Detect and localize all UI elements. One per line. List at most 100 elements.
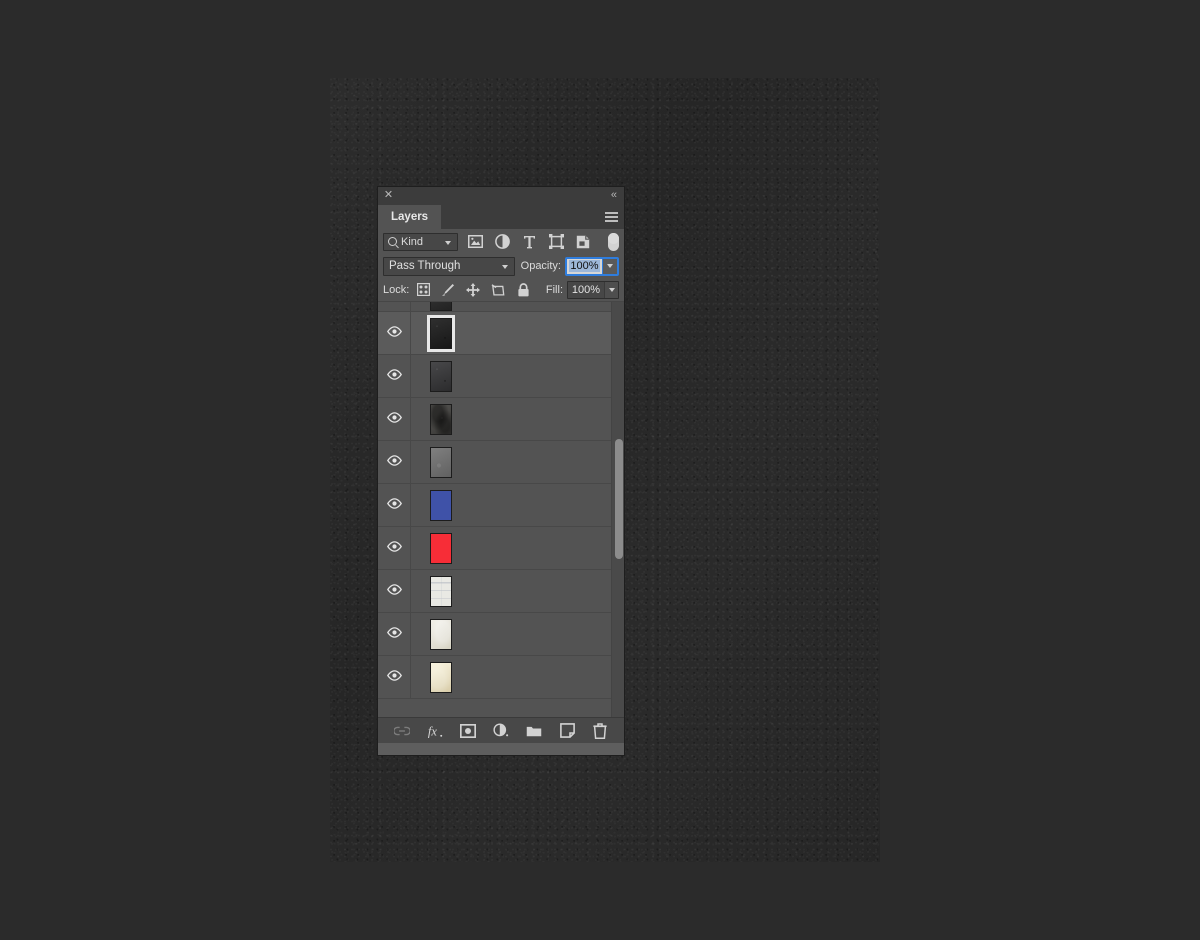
layer-thumbnail-cell: [421, 489, 461, 521]
lock-label: Lock:: [383, 283, 410, 296]
app-root: ✕ « Layers Kind Pass Through Opacity: 10…: [0, 0, 1200, 940]
layer-thumbnail[interactable]: [430, 446, 452, 478]
layer-thumbnail-cell: [421, 302, 461, 311]
fill-stepper[interactable]: [604, 281, 618, 298]
layer-row[interactable]: [378, 441, 624, 484]
layer-thumbnail-cell: [421, 661, 461, 693]
layer-list-scrollbar[interactable]: [611, 302, 624, 717]
layer-visibility-cell: [378, 441, 411, 483]
layer-visibility-cell: [378, 312, 411, 354]
layer-thumbnail-cell: [421, 314, 461, 352]
lock-icon-group: [416, 282, 530, 297]
layers-panel: ✕ « Layers Kind Pass Through Opacity: 10…: [377, 186, 625, 756]
layer-visibility-cell: [378, 570, 411, 612]
layer-list[interactable]: [378, 301, 624, 717]
panel-titlebar: ✕ «: [378, 187, 624, 205]
layer-thumbnail-cell: [421, 618, 461, 650]
blend-mode-label: Pass Through: [389, 260, 461, 272]
eye-icon[interactable]: [386, 369, 402, 383]
layer-thumbnail[interactable]: [430, 403, 452, 435]
layer-row[interactable]: [378, 398, 624, 441]
layer-thumbnail-cell: [421, 575, 461, 607]
eye-icon[interactable]: [386, 584, 402, 598]
fill-control: Fill: 100%: [545, 280, 619, 299]
layer-thumbnail[interactable]: [430, 661, 452, 693]
layer-thumbnail[interactable]: [430, 618, 452, 650]
add-layer-mask-icon[interactable]: [460, 723, 476, 739]
layer-thumbnail-cell: [421, 403, 461, 435]
filter-type-layers-icon[interactable]: [521, 234, 537, 250]
panel-menu-icon[interactable]: [605, 212, 618, 222]
opacity-stepper[interactable]: [602, 258, 617, 274]
tab-layers[interactable]: Layers: [378, 205, 442, 229]
fill-field-wrapper: 100%: [567, 280, 619, 299]
layer-thumbnail-cell: [421, 532, 461, 564]
layer-visibility-cell: [378, 527, 411, 569]
blend-mode-select[interactable]: Pass Through: [383, 256, 515, 276]
filter-adjustment-layers-icon[interactable]: [494, 234, 510, 250]
layer-thumbnail[interactable]: [430, 532, 452, 564]
layer-row[interactable]: [378, 527, 624, 570]
layer-visibility-cell: [378, 656, 411, 698]
close-icon[interactable]: ✕: [383, 190, 394, 201]
blend-opacity-row: Pass Through Opacity: 100%: [378, 254, 624, 278]
eye-icon[interactable]: [386, 627, 402, 641]
fill-input[interactable]: 100%: [568, 281, 604, 298]
delete-layer-icon[interactable]: [592, 722, 608, 739]
opacity-control: Opacity: 100%: [520, 256, 619, 276]
filter-smart-object-layers-icon[interactable]: [575, 234, 591, 250]
scrollbar-thumb[interactable]: [615, 438, 623, 560]
layer-visibility-cell: [378, 613, 411, 655]
lock-transparent-pixels-icon[interactable]: [416, 283, 430, 297]
collapse-panel-icon[interactable]: «: [611, 189, 617, 202]
layer-thumbnail[interactable]: [427, 314, 455, 352]
layer-thumbnail[interactable]: [430, 489, 452, 521]
filter-kind-label: Kind: [401, 235, 424, 248]
lock-artboard-nesting-icon[interactable]: [491, 283, 505, 297]
new-group-icon[interactable]: [526, 723, 542, 739]
layer-visibility-cell: [378, 355, 411, 397]
filter-enable-toggle[interactable]: [608, 232, 619, 251]
lock-row: Lock: Fill: 100%: [378, 278, 624, 301]
eye-icon[interactable]: [386, 670, 402, 684]
fill-label: Fill:: [545, 283, 563, 296]
filter-shape-layers-icon[interactable]: [548, 234, 564, 250]
layer-style-fx-icon[interactable]: fx: [427, 723, 443, 739]
search-icon: [388, 237, 397, 246]
chevron-down-icon: [608, 287, 615, 292]
opacity-field-wrapper: 100%: [565, 256, 619, 276]
layer-visibility-cell: [378, 302, 411, 311]
layer-thumbnail[interactable]: [430, 302, 452, 311]
new-layer-icon[interactable]: [559, 723, 575, 739]
link-layers-icon[interactable]: [394, 723, 410, 739]
layer-filter-row: Kind: [378, 229, 624, 254]
lock-all-icon[interactable]: [516, 282, 530, 297]
eye-icon[interactable]: [386, 498, 402, 512]
layer-row[interactable]: [378, 484, 624, 527]
layer-row[interactable]: [378, 355, 624, 398]
opacity-label: Opacity:: [520, 260, 561, 272]
lock-image-pixels-icon[interactable]: [441, 283, 455, 297]
layer-row[interactable]: [378, 656, 624, 699]
chevron-down-icon: [501, 264, 508, 269]
layer-thumbnail[interactable]: [430, 575, 452, 607]
eye-icon[interactable]: [386, 541, 402, 555]
layer-row[interactable]: [378, 302, 624, 312]
layer-row[interactable]: [378, 570, 624, 613]
filter-kind-select[interactable]: Kind: [383, 232, 458, 251]
new-fill-adjustment-layer-icon[interactable]: [493, 723, 509, 739]
layer-thumbnail-cell: [421, 446, 461, 478]
eye-icon[interactable]: [386, 455, 402, 469]
layer-row[interactable]: [378, 613, 624, 656]
lock-position-icon[interactable]: [466, 282, 481, 297]
panel-resize-bar[interactable]: [378, 743, 624, 755]
eye-icon[interactable]: [386, 326, 402, 340]
chevron-down-icon: [607, 264, 613, 268]
layer-visibility-cell: [378, 398, 411, 440]
opacity-input[interactable]: 100%: [567, 258, 602, 274]
layer-row[interactable]: [378, 312, 624, 355]
layer-thumbnail[interactable]: [430, 360, 452, 392]
eye-icon[interactable]: [386, 412, 402, 426]
filter-pixel-layers-icon[interactable]: [467, 234, 483, 250]
tab-layers-label: Layers: [391, 211, 429, 223]
